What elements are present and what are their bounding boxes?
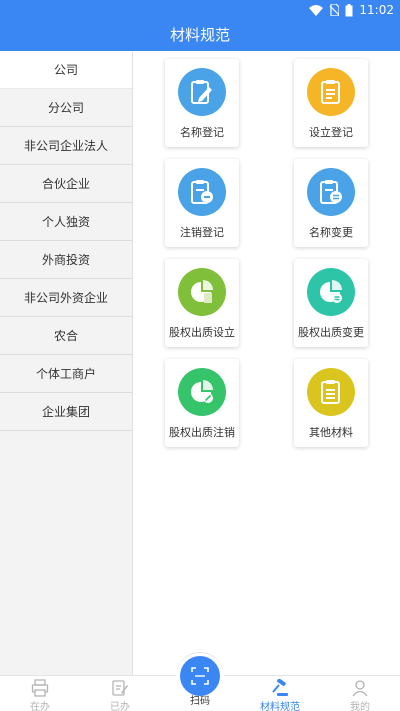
tab-material-specs[interactable]: 材料规范 <box>240 676 320 711</box>
card-equity-pledge-cancel[interactable]: 股权出质注销 <box>165 359 239 447</box>
pie-chart-cancel-icon <box>191 380 213 403</box>
material-grid: 名称登记 设立登记 注销登记 名称变更 股权出质设立 股权出质变更 股权出质注销… <box>133 51 400 675</box>
card-label: 其他材料 <box>309 426 353 439</box>
card-other-materials[interactable]: 其他材料 <box>294 359 368 447</box>
sidebar-item-foreign-investment[interactable]: 外商投资 <box>0 241 132 279</box>
sidebar-item-individual-business[interactable]: 个体工商户 <box>0 355 132 393</box>
sidebar-item-partnership[interactable]: 合伙企业 <box>0 165 132 203</box>
sidebar-item-label: 合伙企业 <box>41 177 90 191</box>
card-icon-circle <box>178 68 226 116</box>
clipboard-list-icon <box>321 80 340 104</box>
card-equity-pledge-change[interactable]: 股权出质变更 <box>294 259 368 347</box>
tab-label: 材料规范 <box>260 702 300 711</box>
sidebar-item-label: 个人独资 <box>41 215 90 229</box>
card-name-registration[interactable]: 名称登记 <box>165 59 239 147</box>
sidebar-item-non-company-legal[interactable]: 非公司企业法人 <box>0 127 132 165</box>
sidebar-item-label: 外商投资 <box>41 253 90 267</box>
category-sidebar: 公司 分公司 非公司企业法人 合伙企业 个人独资 外商投资 非公司外资企业 农合… <box>0 51 133 675</box>
sidebar-item-branch[interactable]: 分公司 <box>0 89 132 127</box>
card-label: 注销登记 <box>180 226 224 239</box>
sidebar-item-label: 非公司企业法人 <box>23 139 108 153</box>
card-label: 股权出质设立 <box>169 326 235 339</box>
sidebar-item-non-company-foreign[interactable]: 非公司外资企业 <box>0 279 132 317</box>
card-icon-circle <box>307 268 355 316</box>
card-label: 名称登记 <box>180 126 224 139</box>
battery-icon <box>345 3 353 16</box>
sidebar-item-label: 农合 <box>53 329 78 343</box>
card-deregistration[interactable]: 注销登记 <box>165 159 239 247</box>
app-bar: 材料规范 <box>0 20 400 51</box>
sidebar-item-sole-proprietorship[interactable]: 个人独资 <box>0 203 132 241</box>
status-time: 11:02 <box>359 3 394 17</box>
no-sim-icon <box>329 4 340 16</box>
sidebar-item-farmer-coop[interactable]: 农合 <box>0 317 132 355</box>
card-icon-circle <box>307 168 355 216</box>
clipboard-cancel-icon <box>191 180 213 204</box>
card-icon-circle <box>178 268 226 316</box>
card-icon-circle <box>178 368 226 416</box>
tab-label: 我的 <box>350 702 370 711</box>
card-name-change[interactable]: 名称变更 <box>294 159 368 247</box>
printer-icon <box>31 679 49 697</box>
card-icon-circle <box>307 68 355 116</box>
card-label: 名称变更 <box>309 226 353 239</box>
sidebar-item-label: 公司 <box>53 63 78 77</box>
clipboard-change-icon <box>320 180 342 204</box>
sidebar-item-label: 企业集团 <box>41 405 90 419</box>
status-icons: 11:02 <box>309 2 394 18</box>
tab-label: 已办 <box>110 702 130 711</box>
sidebar-item-label: 个体工商户 <box>35 367 96 381</box>
card-icon-circle <box>178 168 226 216</box>
card-establishment-registration[interactable]: 设立登记 <box>294 59 368 147</box>
card-label: 股权出质变更 <box>298 326 364 339</box>
card-label: 股权出质注销 <box>169 426 235 439</box>
scan-button[interactable] <box>180 656 220 696</box>
card-equity-pledge-establish[interactable]: 股权出质设立 <box>165 259 239 347</box>
sidebar-item-label: 分公司 <box>47 101 84 115</box>
card-icon-circle <box>307 368 355 416</box>
gavel-icon <box>272 679 288 696</box>
tab-mine[interactable]: 我的 <box>320 676 400 711</box>
tab-label: 在办 <box>30 702 50 711</box>
page-title: 材料规范 <box>169 26 230 44</box>
sidebar-item-company[interactable]: 公司 <box>0 51 132 89</box>
card-label: 设立登记 <box>309 126 353 139</box>
pie-chart-change-icon <box>320 280 342 303</box>
tab-completed[interactable]: 已办 <box>80 676 160 711</box>
clipboard-other-icon <box>321 380 340 404</box>
tab-in-progress[interactable]: 在办 <box>0 676 80 711</box>
sidebar-item-enterprise-group[interactable]: 企业集团 <box>0 393 132 431</box>
sidebar-item-label: 非公司外资企业 <box>23 291 108 305</box>
scan-label: 扫码 <box>190 696 210 707</box>
user-icon <box>352 680 368 697</box>
pie-chart-icon <box>191 280 213 303</box>
edit-doc-icon <box>112 680 128 696</box>
scan-icon <box>191 667 209 685</box>
wifi-icon <box>309 4 324 16</box>
clipboard-pen-icon <box>191 80 212 104</box>
status-bar: 11:02 <box>0 0 400 20</box>
